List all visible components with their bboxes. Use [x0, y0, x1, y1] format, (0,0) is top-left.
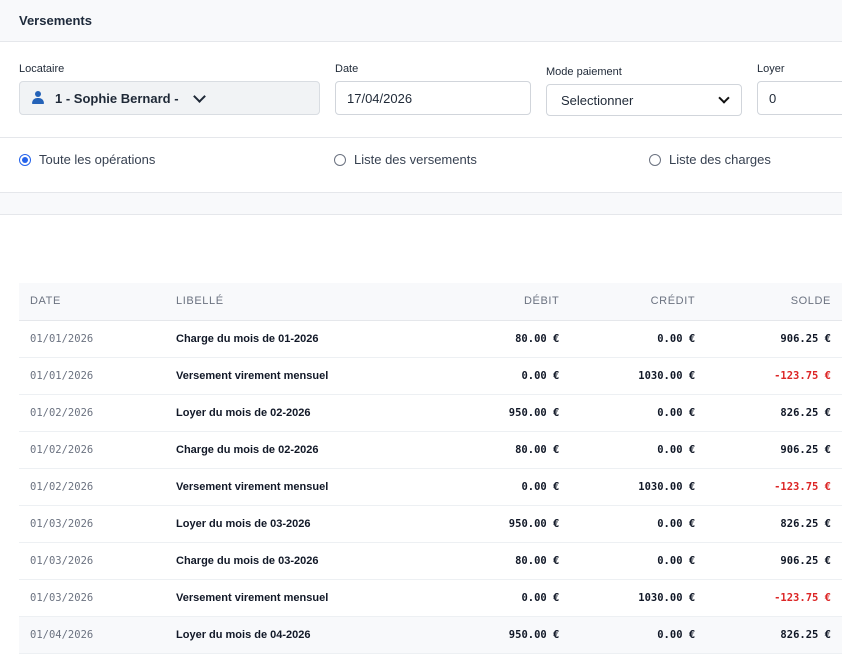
locataire-label: Locataire — [19, 63, 65, 75]
cell-credit: 0.00 € — [657, 406, 696, 419]
cell-libelle: Loyer du mois de 04-2026 — [176, 628, 311, 641]
cell-libelle: Versement virement mensuel — [176, 591, 329, 604]
cell-solde: 906.25 € — [780, 443, 831, 456]
column-header-solde[interactable]: SOLDE — [706, 283, 842, 321]
cell-libelle: Loyer du mois de 03-2026 — [176, 517, 311, 530]
cell-date: 01/02/2026 — [30, 443, 94, 456]
table-row[interactable]: 01/02/2026 Loyer du mois de 02-2026 950.00… — [19, 394, 842, 431]
cell-solde: 906.25 € — [780, 332, 831, 345]
cell-libelle: Charge du mois de 03-2026 — [176, 554, 319, 567]
cell-credit: 0.00 € — [657, 517, 696, 530]
mode-paiement-select[interactable]: Selectionner — [546, 84, 742, 116]
cell-date: 01/04/2026 — [30, 628, 94, 641]
cell-debit: 80.00 € — [515, 554, 560, 567]
column-header-debit[interactable]: DÉBIT — [379, 283, 571, 321]
cell-debit: 950.00 € — [508, 628, 560, 641]
table-row[interactable]: 01/01/2026 Charge du mois de 01-2026 80.00… — [19, 320, 842, 357]
cell-debit: 80.00 € — [515, 332, 560, 345]
cell-solde: 906.25 € — [780, 554, 831, 567]
cell-debit: 950.00 € — [508, 517, 560, 530]
cell-credit: 0.00 € — [657, 332, 696, 345]
filter-label: Liste des charges — [669, 152, 771, 167]
cell-solde: -123.75 € — [774, 591, 831, 604]
mode-paiement-label: Mode paiement — [546, 66, 622, 78]
column-header-credit[interactable]: CRÉDIT — [570, 283, 707, 321]
locataire-select[interactable]: 1 - Sophie Bernard - — [19, 81, 320, 115]
cell-debit: 0.00 € — [521, 369, 560, 382]
cell-credit: 0.00 € — [657, 628, 696, 641]
table-row[interactable]: 01/02/2026 Charge du mois de 02-2026 80.00… — [19, 431, 842, 468]
cell-libelle: Charge du mois de 02-2026 — [176, 443, 319, 456]
filter-all-radio[interactable]: Toute les opérations — [19, 152, 155, 167]
loyer-label: Loyer — [757, 63, 785, 75]
section-separator — [0, 192, 842, 215]
loyer-value: 0 — [769, 90, 777, 106]
filter-radio-group: Toute les opérations Liste des versement… — [0, 152, 842, 172]
table-row[interactable]: 01/03/2026 Charge du mois de 03-2026 80.00… — [19, 542, 842, 579]
divider — [0, 137, 842, 138]
cell-credit: 1030.00 € — [638, 591, 696, 604]
column-header-date[interactable]: DATE — [19, 283, 166, 321]
cell-date: 01/01/2026 — [30, 332, 94, 345]
filter-versements-radio[interactable]: Liste des versements — [334, 152, 477, 167]
filter-charges-radio[interactable]: Liste des charges — [649, 152, 771, 167]
cell-debit: 0.00 € — [521, 591, 560, 604]
cell-date: 01/01/2026 — [30, 369, 94, 382]
radio-selected-icon — [19, 153, 31, 166]
filter-label: Liste des versements — [354, 152, 477, 167]
radio-icon — [649, 153, 661, 166]
cell-solde: 826.25 € — [780, 517, 831, 530]
cell-solde: -123.75 € — [774, 480, 831, 493]
cell-libelle: Loyer du mois de 02-2026 — [176, 406, 311, 419]
mode-paiement-value: Selectionner — [561, 92, 634, 108]
locataire-value: 1 - Sophie Bernard - — [55, 90, 179, 106]
date-label: Date — [335, 63, 359, 75]
operations-table: DATE LIBELLÉ DÉBIT CRÉDIT SOLDE 01/01/20… — [19, 283, 842, 654]
date-input[interactable]: 17/04/2026 — [335, 81, 531, 115]
filter-label: Toute les opérations — [39, 152, 156, 167]
loyer-input[interactable]: 0 — [757, 81, 842, 115]
table-row[interactable]: 01/04/2026 Loyer du mois de 04-2026 950.00… — [19, 616, 842, 653]
cell-date: 01/03/2026 — [30, 517, 94, 530]
cell-credit: 1030.00 € — [638, 369, 696, 382]
cell-credit: 0.00 € — [657, 554, 696, 567]
column-header-libelle[interactable]: LIBELLÉ — [165, 283, 380, 321]
page-header: Versements — [0, 0, 842, 42]
cell-solde: -123.75 € — [774, 369, 831, 382]
cell-debit: 950.00 € — [508, 406, 560, 419]
cell-debit: 80.00 € — [515, 443, 560, 456]
chevron-down-icon — [192, 89, 206, 103]
cell-date: 01/03/2026 — [30, 591, 94, 604]
cell-credit: 0.00 € — [657, 443, 696, 456]
user-icon — [31, 91, 45, 105]
cell-credit: 1030.00 € — [638, 480, 696, 493]
cell-date: 01/02/2026 — [30, 480, 94, 493]
cell-date: 01/03/2026 — [30, 554, 94, 567]
cell-libelle: Versement virement mensuel — [176, 369, 329, 382]
table-row[interactable]: 01/03/2026 Versement virement mensuel 0.00… — [19, 579, 842, 616]
cell-debit: 0.00 € — [521, 480, 560, 493]
cell-date: 01/02/2026 — [30, 406, 94, 419]
page-title: Versements — [19, 13, 92, 28]
cell-libelle: Versement virement mensuel — [176, 480, 329, 493]
cell-solde: 826.25 € — [780, 628, 831, 641]
radio-icon — [334, 153, 346, 166]
cell-solde: 826.25 € — [780, 406, 831, 419]
cell-libelle: Charge du mois de 01-2026 — [176, 332, 319, 345]
table-row[interactable]: 01/03/2026 Loyer du mois de 03-2026 950.00… — [19, 505, 842, 542]
table-row[interactable]: 01/02/2026 Versement virement mensuel 0.00… — [19, 468, 842, 505]
table-header-row: DATE LIBELLÉ DÉBIT CRÉDIT SOLDE — [19, 283, 842, 321]
table-row[interactable]: 01/01/2026 Versement virement mensuel 0.00… — [19, 357, 842, 394]
date-value: 17/04/2026 — [347, 90, 413, 106]
chevron-down-icon — [718, 92, 730, 104]
